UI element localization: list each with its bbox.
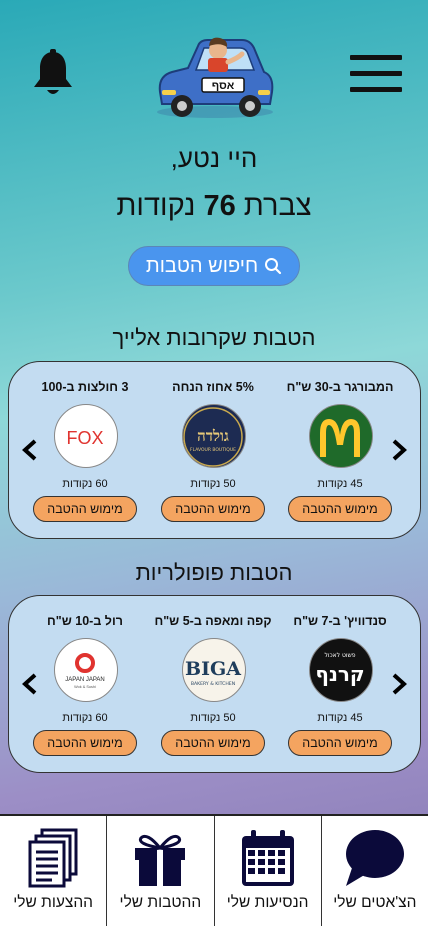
offer-card: קפה ומאפה ב-5 ש"ח BIGA BAKERY & KITCHEN … <box>154 596 272 772</box>
documents-icon <box>22 828 84 888</box>
biga-logo: BIGA BAKERY & KITCHEN <box>182 638 246 702</box>
japan-brand-sub: Wok & Sushi <box>74 685 96 689</box>
karnaf-brand-sub: פשוט לאכול <box>324 652 355 659</box>
gift-icon <box>129 828 191 888</box>
offer-card: המבורגר ב-30 ש"ח 45 נקודות מימוש ההטבה <box>281 362 399 538</box>
points-summary: צברת 76 נקודות <box>0 190 428 223</box>
nav-label: ההטבות שלי <box>119 894 202 911</box>
mcdonalds-logo <box>309 404 373 468</box>
offer-card: 3 חולצות ב-100 FOX 60 נקודות מימוש ההטבה <box>26 362 144 538</box>
greeting: היי נטע, <box>170 143 258 173</box>
golda-brand: גולדה <box>197 427 229 445</box>
nav-label: הצ'אטים שלי <box>333 894 417 911</box>
points-prefix: צברת <box>243 190 312 222</box>
offer-title: המבורגר ב-30 ש"ח <box>286 380 394 394</box>
offer-points: 45 נקודות <box>317 478 363 490</box>
offer-points: 45 נקודות <box>317 712 363 724</box>
fox-logo: FOX <box>54 404 118 468</box>
nav-item-offers[interactable]: ההצעות שלי <box>0 816 106 926</box>
biga-brand-sub: BAKERY & KITCHEN <box>191 681 235 687</box>
bell-icon[interactable] <box>30 48 76 98</box>
nav-item-rides[interactable]: הנסיעות שלי <box>213 816 321 926</box>
offer-points: 60 נקודות <box>62 712 108 724</box>
offer-title: סנדוויץ' ב-7 ש"ח <box>293 614 387 628</box>
nearby-carousel: המבורגר ב-30 ש"ח 45 נקודות מימוש ההטבה 5… <box>8 361 421 539</box>
bottom-nav: הצ'אטים שלי הנסיעות שלי ההטבות שלי ההצעו… <box>0 814 428 926</box>
chat-bubble-icon <box>344 828 406 888</box>
offer-title: רול ב-10 ש"ח <box>47 614 123 628</box>
golda-logo: גולדה FLAVOUR BOUTIQUE <box>182 404 246 468</box>
nearby-section-title: הטבות שקרובות אלייך <box>112 325 316 350</box>
search-icon <box>265 258 282 275</box>
redeem-button[interactable]: מימוש ההטבה <box>161 496 265 522</box>
offer-points: 50 נקודות <box>190 478 236 490</box>
japan-brand: JAPAN JAPAN <box>65 677 104 683</box>
offer-card: רול ב-10 ש"ח JAPAN JAPAN Wok & Sushi 60 … <box>26 596 144 772</box>
nav-item-benefits[interactable]: ההטבות שלי <box>106 816 213 926</box>
search-label: חיפוש הטבות <box>145 254 259 277</box>
app-logo: אסף <box>150 32 280 122</box>
offer-title: 5% אחוז הנחה <box>172 380 254 394</box>
nav-item-chats[interactable]: הצ'אטים שלי <box>320 816 428 926</box>
nav-label: ההצעות שלי <box>13 894 93 911</box>
offer-title: קפה ומאפה ב-5 ש"ח <box>154 614 272 628</box>
redeem-button[interactable]: מימוש ההטבה <box>161 730 265 756</box>
redeem-button[interactable]: מימוש ההטבה <box>288 496 392 522</box>
fox-brand: FOX <box>66 428 103 448</box>
points-value: 76 <box>203 190 236 222</box>
search-benefits-button[interactable]: חיפוש הטבות <box>128 246 300 286</box>
offer-points: 60 נקודות <box>62 478 108 490</box>
redeem-button[interactable]: מימוש ההטבה <box>33 496 137 522</box>
hamburger-menu-icon[interactable] <box>350 55 402 93</box>
offer-card: סנדוויץ' ב-7 ש"ח פשוט לאכול קרנף 45 נקוד… <box>281 596 399 772</box>
japan-japan-logo: JAPAN JAPAN Wok & Sushi <box>54 638 118 702</box>
nav-label: הנסיעות שלי <box>226 894 309 911</box>
karnaf-logo: פשוט לאכול קרנף <box>309 638 373 702</box>
logo-text: אסף <box>212 80 235 92</box>
popular-carousel: סנדוויץ' ב-7 ש"ח פשוט לאכול קרנף 45 נקוד… <box>8 595 421 773</box>
biga-brand: BIGA <box>185 658 241 680</box>
calendar-icon <box>237 828 299 888</box>
offer-points: 50 נקודות <box>190 712 236 724</box>
offer-card: 5% אחוז הנחה גולדה FLAVOUR BOUTIQUE 50 נ… <box>154 362 272 538</box>
golda-brand-sub: FLAVOUR BOUTIQUE <box>190 447 236 453</box>
points-suffix: נקודות <box>116 190 196 222</box>
header: אסף <box>0 0 428 130</box>
offer-title: 3 חולצות ב-100 <box>41 380 129 394</box>
redeem-button[interactable]: מימוש ההטבה <box>288 730 392 756</box>
karnaf-brand: קרנף <box>315 662 364 686</box>
popular-section-title: הטבות פופולריות <box>135 560 293 585</box>
redeem-button[interactable]: מימוש ההטבה <box>33 730 137 756</box>
